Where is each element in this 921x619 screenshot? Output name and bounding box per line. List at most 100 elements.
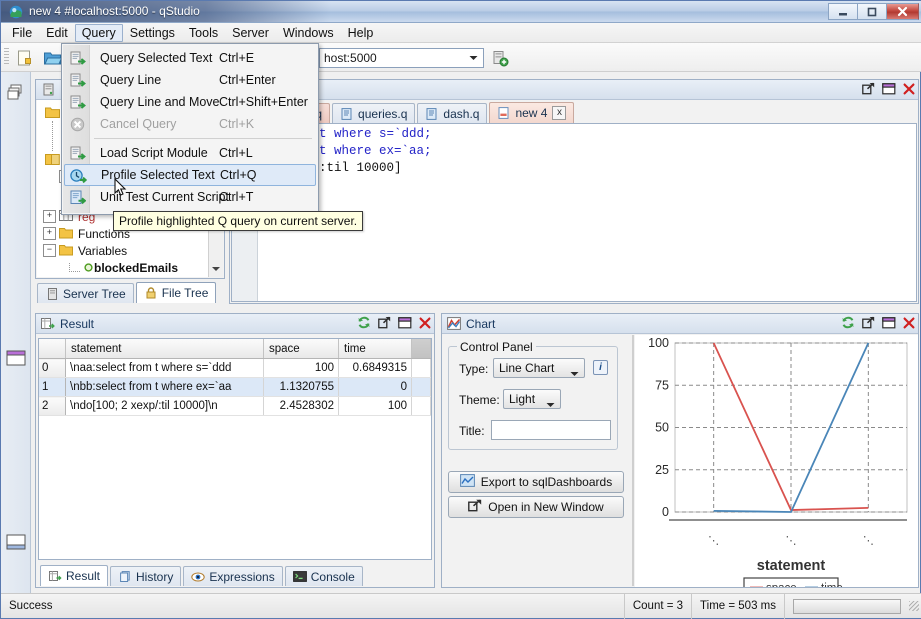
close-icon[interactable] (419, 317, 431, 329)
menu-item-unit-test-current-script[interactable]: Unit Test Current Script Ctrl+T (64, 186, 316, 208)
menu-bar: File Edit Query Settings Tools Server Wi… (1, 23, 921, 43)
restore-icon[interactable] (398, 316, 412, 329)
resize-grip[interactable] (909, 601, 919, 611)
run-query-icon (69, 50, 86, 66)
menu-item-load-script-module[interactable]: Load Script Module Ctrl+L (64, 142, 316, 164)
chart-type-select[interactable]: Line Chart (493, 358, 585, 378)
tree-expander[interactable]: + (43, 210, 56, 223)
col-time[interactable]: time (338, 339, 412, 359)
chart-title-input[interactable] (491, 420, 611, 440)
tab-history[interactable]: History (110, 566, 182, 586)
tree-node-blockedemails[interactable]: blockedEmails (43, 259, 223, 276)
menu-edit[interactable]: Edit (39, 24, 75, 42)
toolbar-grip[interactable] (4, 48, 9, 66)
tab-close-button[interactable]: x (552, 106, 567, 120)
tree-node-variables[interactable]: − Variables (43, 242, 223, 259)
restore-icon[interactable] (882, 316, 896, 329)
chart-panel-tools (841, 316, 915, 329)
status-time: Time = 503 ms (700, 600, 776, 612)
chart-panel: Chart Control Panel Type: Line Chart i T… (441, 313, 919, 598)
maximize-button[interactable] (857, 3, 886, 20)
dashboard-icon (459, 474, 475, 490)
tab-result[interactable]: Result (40, 565, 109, 586)
chevron-down-icon[interactable] (465, 51, 481, 65)
code-line: 2 xexp/:til 10000] (259, 161, 402, 175)
close-icon[interactable] (903, 317, 915, 329)
tab-file-tree[interactable]: File Tree (135, 282, 217, 303)
app-logo-icon (9, 5, 23, 19)
table-row[interactable]: 1 \nbb:select from t where ex=`aa 1.1320… (39, 377, 431, 397)
close-button[interactable] (886, 3, 919, 20)
window-buttons (828, 3, 919, 20)
close-icon[interactable] (903, 83, 915, 95)
menu-item-accel: Ctrl+L (219, 146, 253, 160)
unit-test-icon (69, 189, 86, 205)
refresh-icon[interactable] (357, 316, 371, 329)
cell-filler (411, 358, 431, 378)
dock-windows-icon[interactable] (6, 82, 26, 102)
menu-settings[interactable]: Settings (123, 24, 182, 42)
title-label: Title: (459, 424, 485, 438)
col-index[interactable] (39, 339, 66, 359)
table-row[interactable]: 2 \ndo[100; 2 xexp/:til 10000]\n 2.45283… (39, 396, 431, 416)
chevron-down-icon[interactable] (546, 397, 555, 411)
scroll-down-icon[interactable] (212, 261, 220, 275)
menu-item-profile-selected-text[interactable]: Profile Selected Text Ctrl+Q (64, 164, 316, 186)
tab-server-tree[interactable]: Server Tree (37, 283, 134, 303)
lock-icon (144, 287, 158, 299)
chart-splitter[interactable] (632, 335, 634, 586)
menu-tools[interactable]: Tools (182, 24, 225, 42)
popout-icon[interactable] (862, 316, 875, 329)
menu-query[interactable]: Query (74, 23, 123, 42)
tab-label: Console (310, 569, 355, 584)
dock-bottom-icon[interactable] (6, 532, 26, 552)
info-icon[interactable]: i (593, 360, 608, 375)
menu-windows[interactable]: Windows (276, 24, 341, 42)
tab-dash-q[interactable]: dash.q (417, 103, 488, 123)
title-bar: new 4 #localhost:5000 - qStudio (1, 1, 921, 23)
menu-file[interactable]: File (5, 24, 39, 42)
export-to-sqldashboards-button[interactable]: Export to sqlDashboards (448, 471, 624, 493)
tab-label: History (136, 569, 174, 584)
minimize-button[interactable] (828, 3, 857, 20)
popout-icon[interactable] (862, 82, 875, 95)
dock-panel-icon[interactable] (6, 348, 26, 368)
menu-server[interactable]: Server (225, 24, 276, 42)
refresh-icon[interactable] (841, 316, 855, 329)
svg-text:25: 25 (655, 463, 669, 477)
new-file-icon[interactable] (13, 47, 35, 68)
tab-new-4[interactable]: new 4 x (489, 102, 575, 123)
tree-expander[interactable]: − (43, 244, 56, 257)
editor-titlebar (230, 80, 918, 100)
chart-theme-select[interactable]: Light (503, 389, 561, 409)
connection-combobox[interactable]: host:5000 (319, 48, 484, 68)
chart-icon (446, 317, 462, 331)
table-row[interactable]: 0 \naa:select from t where s=`ddd 100 0.… (39, 358, 431, 378)
restore-icon[interactable] (882, 82, 896, 95)
result-titlebar: Result (36, 314, 434, 334)
tab-expressions[interactable]: Expressions (183, 566, 283, 586)
menu-help[interactable]: Help (341, 24, 381, 42)
menu-item-query-line-and-move[interactable]: Query Line and Move Ctrl+Shift+Enter (64, 91, 316, 113)
open-window-button-label: Open in New Window (488, 500, 604, 514)
result-table[interactable]: statement space time 0 \naa:select from … (38, 338, 432, 560)
chart-plot-svg: 0 25 50 75 100 ⋱ ⋱ ⋱ statement space time (648, 336, 908, 598)
open-in-new-window-button[interactable]: Open in New Window (448, 496, 624, 518)
menu-item-query-line[interactable]: Query Line Ctrl+Enter (64, 69, 316, 91)
history-icon (118, 570, 132, 583)
qstudio-window: new 4 #localhost:5000 - qStudio File Edi… (0, 0, 921, 619)
add-server-icon[interactable] (489, 47, 511, 68)
popout-icon[interactable] (378, 316, 391, 329)
window-title: new 4 #localhost:5000 - qStudio (29, 4, 200, 18)
col-space[interactable]: space (263, 339, 339, 359)
tree-expander[interactable]: + (43, 227, 56, 240)
profile-icon (70, 168, 87, 184)
tab-console[interactable]: Console (284, 566, 363, 586)
menu-item-query-selected-text[interactable]: Query Selected Text Ctrl+E (64, 47, 316, 69)
menu-item-accel: Ctrl+Shift+Enter (219, 95, 308, 109)
tab-queries-q[interactable]: queries.q (332, 103, 416, 123)
open-folder-icon[interactable] (41, 47, 63, 68)
chevron-down-icon[interactable] (570, 366, 579, 380)
svg-text:50: 50 (655, 421, 669, 435)
col-statement[interactable]: statement (65, 339, 264, 359)
